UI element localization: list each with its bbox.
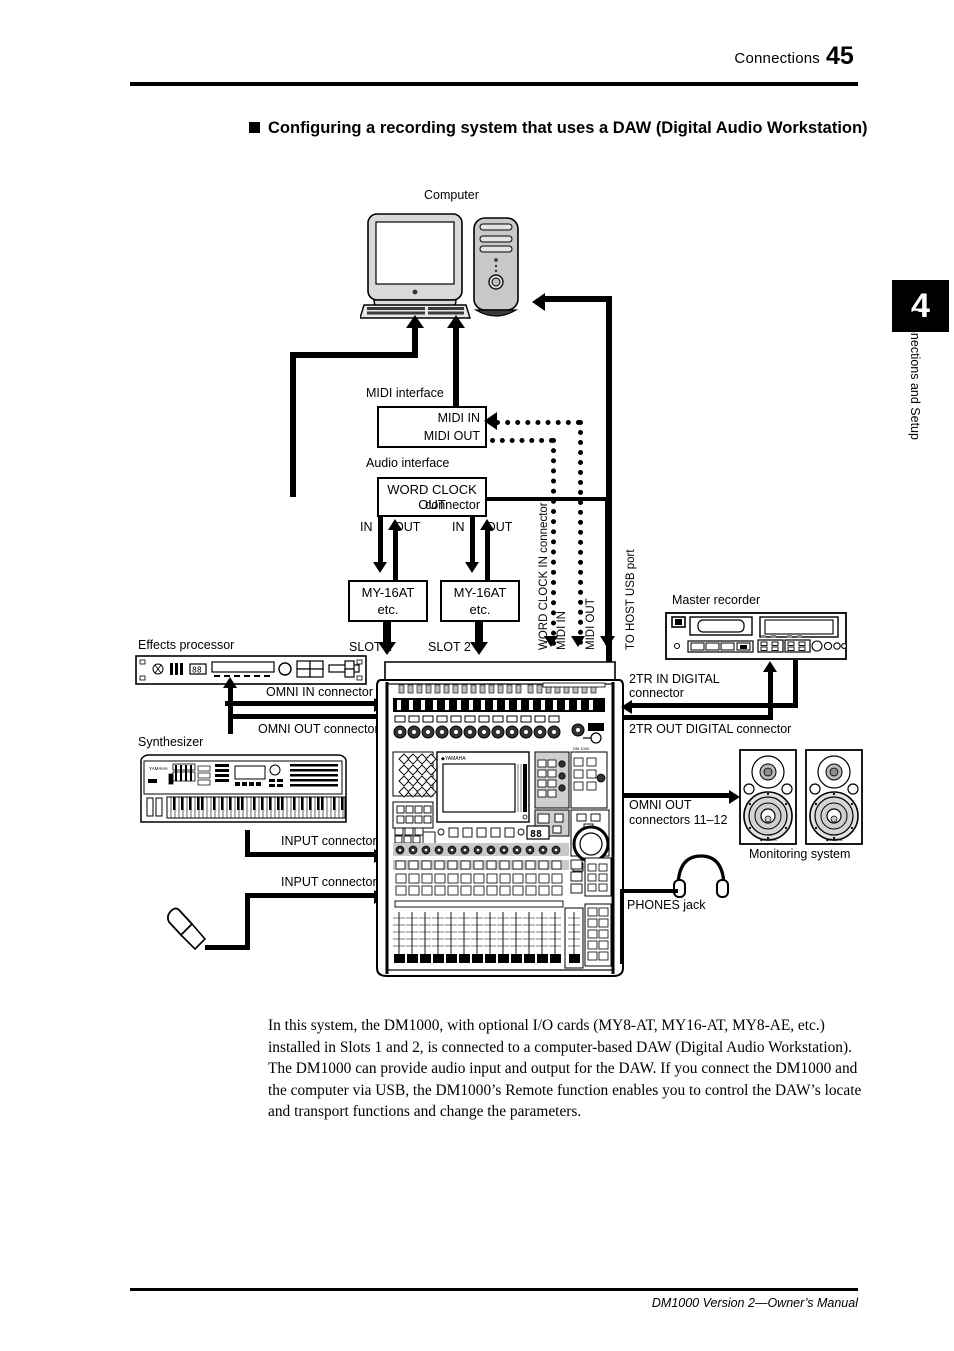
wire-slot2-in xyxy=(470,517,475,565)
master-recorder-illustration xyxy=(665,612,847,660)
wire-omni-out-join xyxy=(228,700,233,716)
slot1-in-label: IN xyxy=(360,520,373,534)
slot1-label: SLOT 1 xyxy=(349,640,392,654)
synthesizer-label: Synthesizer xyxy=(138,735,204,749)
input-connector-label-1: INPUT connector xyxy=(281,834,377,848)
omni-out-11-12-label-line2: connectors 11–12 xyxy=(629,813,728,827)
wire-midi-to-computer xyxy=(453,326,459,414)
wire-audio-to-computer-riser xyxy=(412,326,418,358)
footer-text: DM1000 Version 2—Owner’s Manual xyxy=(651,1296,858,1310)
svg-text:◆YAMAHA: ◆YAMAHA xyxy=(826,838,843,842)
wire-omni-out-horizontal xyxy=(228,714,382,719)
manual-page: Connections 45 Configuring a recording s… xyxy=(0,0,954,1351)
arrow-slot1-in xyxy=(373,562,387,573)
body-paragraph: In this system, the DM1000, with optiona… xyxy=(268,1017,862,1120)
svg-text:88: 88 xyxy=(530,829,542,840)
wire-omni-out-11-12 xyxy=(623,793,733,798)
wire-wordclock-vertical xyxy=(605,497,610,645)
omni-in-connector-label: OMNI IN connector xyxy=(266,685,373,699)
arrow-omni-out-to-speakers xyxy=(729,790,740,804)
omni-out-connector-label: OMNI OUT connector xyxy=(258,722,379,736)
dotted-midi-in-horizontal xyxy=(495,420,581,425)
io-card-slot2-etc: etc. xyxy=(469,602,491,617)
wire-mic-to-mixer xyxy=(245,893,385,898)
omni-out-11-12-label-line1: OMNI OUT xyxy=(629,798,692,812)
monitor-speakers-illustration: ◆YAMAHA ◆YAMAHA xyxy=(739,749,863,845)
arrow-2tr-in-to-mixer xyxy=(621,700,632,714)
effects-processor-illustration: 88 xyxy=(135,655,367,685)
arrow-2tr-out-to-recorder xyxy=(763,661,777,672)
arrow-audio-to-computer xyxy=(406,315,424,328)
dotted-midi-out-horizontal xyxy=(490,438,554,443)
2tr-in-digital-label-line1: 2TR IN DIGITAL xyxy=(629,672,720,686)
dm1000-mixer-illustration: DM 1000 ◆YAMAHA 88 xyxy=(376,661,624,977)
word-clock-in-connector-label: WORD CLOCK IN connector xyxy=(538,502,550,650)
svg-text:DM 1000: DM 1000 xyxy=(573,746,590,751)
master-recorder-label: Master recorder xyxy=(672,593,761,607)
slot2-label: SLOT 2 xyxy=(428,640,471,654)
wire-2tr-in-horizontal xyxy=(632,703,798,708)
wire-synth-horizontal xyxy=(245,852,385,857)
wire-2tr-out-horizontal xyxy=(623,715,773,720)
monitoring-system-label: Monitoring system xyxy=(749,847,851,861)
arrow-midi-in xyxy=(484,412,497,430)
arrow-usb-into-mixer xyxy=(601,636,615,647)
slot2-in-label: IN xyxy=(452,520,465,534)
computer-illustration xyxy=(360,213,519,319)
midi-interface-box: MIDI IN MIDI OUT xyxy=(377,406,487,448)
wire-slot2-out xyxy=(485,530,490,580)
dotted-midi-in-vertical xyxy=(578,420,583,645)
wire-2tr-out-riser xyxy=(768,672,773,720)
midi-interface-label: MIDI interface xyxy=(366,386,444,400)
svg-text:◆YAMAHA: ◆YAMAHA xyxy=(760,838,777,842)
wire-mic-horizontal xyxy=(205,945,250,950)
wire-mic-riser xyxy=(245,893,250,950)
wire-phones-horizontal xyxy=(623,889,678,893)
io-card-slot1-model: MY-16AT xyxy=(361,585,415,600)
wire-slot1-in xyxy=(378,517,383,565)
arrow-usb-to-computer xyxy=(532,293,545,311)
arrow-card2-to-slot xyxy=(470,642,488,655)
audio-interface-box: WORD CLOCK OUT connector xyxy=(377,477,487,517)
midi-in-label: MIDI IN xyxy=(437,411,480,425)
input-connector-label-2: INPUT connector xyxy=(281,875,377,889)
wire-wordclock-horizontal xyxy=(487,497,609,501)
svg-text:◆YAMAHA: ◆YAMAHA xyxy=(441,756,466,762)
2tr-in-digital-label-line2: connector xyxy=(629,686,684,700)
io-card-slot2-box: MY-16AT etc. xyxy=(440,580,520,622)
wire-usb-horizontal xyxy=(545,296,612,302)
wire-phones-vertical xyxy=(620,889,624,964)
arrow-slot1-out xyxy=(388,519,402,530)
arrow-slot2-out xyxy=(480,519,494,530)
mixer-midi-in-label: MIDI IN xyxy=(556,611,568,650)
arrow-mixer-midi-out xyxy=(571,636,585,647)
footer-rule xyxy=(130,1288,858,1291)
arrow-midi-to-computer xyxy=(447,315,465,328)
phones-jack-label: PHONES jack xyxy=(627,898,706,912)
wire-2tr-in-riser xyxy=(793,660,798,707)
io-card-slot2-model: MY-16AT xyxy=(453,585,507,600)
computer-label: Computer xyxy=(424,188,479,202)
wire-audio-to-computer-horizontal xyxy=(290,352,415,358)
microphone-illustration xyxy=(166,907,207,951)
synthesizer-illustration: YAMAHA xyxy=(140,754,347,823)
svg-text:88: 88 xyxy=(192,666,202,675)
to-host-usb-port-label: TO HOST USB port xyxy=(625,549,637,650)
effects-processor-label: Effects processor xyxy=(138,638,235,652)
arrow-omni-out-to-effects xyxy=(223,677,237,688)
mixer-midi-out-label: MIDI OUT xyxy=(585,598,597,650)
word-clock-out-label-line2: connector xyxy=(425,498,480,512)
audio-interface-label: Audio interface xyxy=(366,456,450,470)
svg-text:YAMAHA: YAMAHA xyxy=(149,766,168,771)
2tr-out-digital-label: 2TR OUT DIGITAL connector xyxy=(629,722,792,736)
headphones-illustration xyxy=(673,854,729,898)
wire-audio-to-computer-vertical xyxy=(290,352,296,497)
arrow-slot2-in xyxy=(465,562,479,573)
io-card-slot1-etc: etc. xyxy=(377,602,399,617)
wire-slot1-out xyxy=(393,530,398,580)
system-diagram: Computer MIDI interface MIDI IN MIDI OUT… xyxy=(0,0,954,1000)
io-card-slot1-box: MY-16AT etc. xyxy=(348,580,428,622)
midi-out-label: MIDI OUT xyxy=(423,429,480,443)
